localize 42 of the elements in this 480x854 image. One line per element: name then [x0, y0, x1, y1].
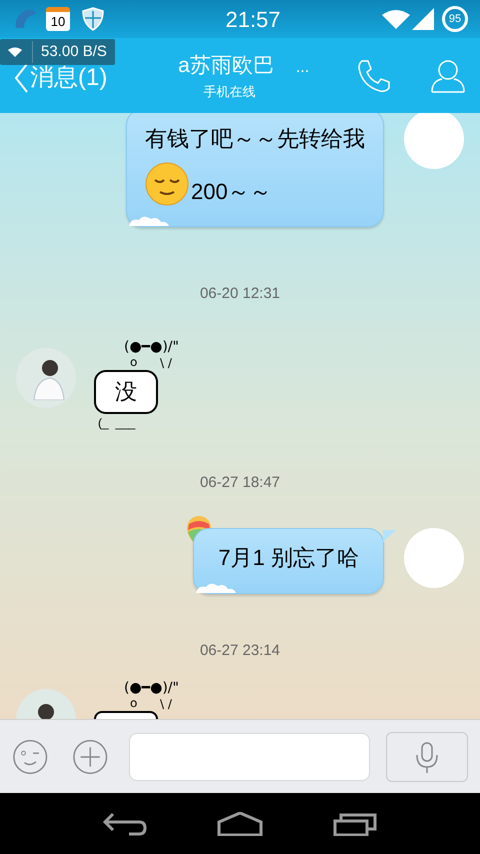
timestamp: 06-20 12:31 — [200, 284, 280, 304]
relieved-face-emoji-icon — [145, 162, 189, 206]
voice-button[interactable] — [386, 732, 468, 782]
message-text: 7月1 别忘了哈 — [218, 544, 359, 572]
message-text: 有钱了吧～～先转给我 — [145, 125, 365, 153]
plus-icon[interactable] — [72, 738, 109, 776]
kaomoji-arm: \ / — [160, 696, 172, 710]
message-bubble[interactable]: 7月1 别忘了哈 — [193, 528, 384, 594]
calendar-icon: 10 — [46, 7, 70, 31]
sticker-bubble[interactable]: 没 — [94, 370, 158, 414]
timestamp: 06-27 18:47 — [200, 472, 280, 492]
microphone-icon — [414, 740, 439, 772]
contact-name: a苏雨欧巴 — [178, 53, 274, 79]
message-input-field[interactable] — [128, 732, 370, 780]
net-speed-text: 53.00 B/S — [32, 40, 107, 64]
kaomoji-base: (_ ___ — [98, 416, 136, 430]
home-icon[interactable] — [217, 812, 263, 836]
sticker-bubble[interactable] — [94, 710, 158, 718]
kaomoji-face: (●━●)/" — [124, 678, 179, 696]
message-bubble[interactable]: 有钱了吧～～先转给我 200～～ — [126, 113, 384, 227]
profile-icon[interactable] — [430, 58, 466, 94]
kaomoji-mouth: o — [130, 354, 138, 368]
recent-apps-icon[interactable] — [333, 812, 377, 836]
kaomoji-mouth: o — [130, 696, 138, 710]
phone-icon[interactable] — [356, 58, 392, 94]
emoji-face-icon[interactable] — [12, 738, 48, 776]
bubble-tail-icon — [383, 530, 396, 542]
wifi-icon — [382, 9, 410, 29]
back-arrow-icon[interactable] — [103, 812, 147, 836]
kaomoji-face: (●━●)/" — [124, 338, 179, 356]
kaomoji-arm: \ / — [160, 356, 172, 370]
timestamp: 06-27 23:14 — [200, 641, 280, 661]
message-text: 200～～ — [191, 178, 272, 206]
ellipsis-text: ... — [296, 58, 310, 78]
battery-indicator: 95 — [442, 6, 468, 32]
head-icon — [37, 702, 55, 719]
clock-time: 21:57 — [225, 6, 281, 34]
back-chevron-icon — [14, 62, 28, 92]
presence-status: 手机在线 — [204, 82, 256, 100]
cell-signal-icon — [412, 8, 434, 30]
wifi-icon — [8, 47, 22, 57]
shield-icon — [82, 7, 104, 31]
